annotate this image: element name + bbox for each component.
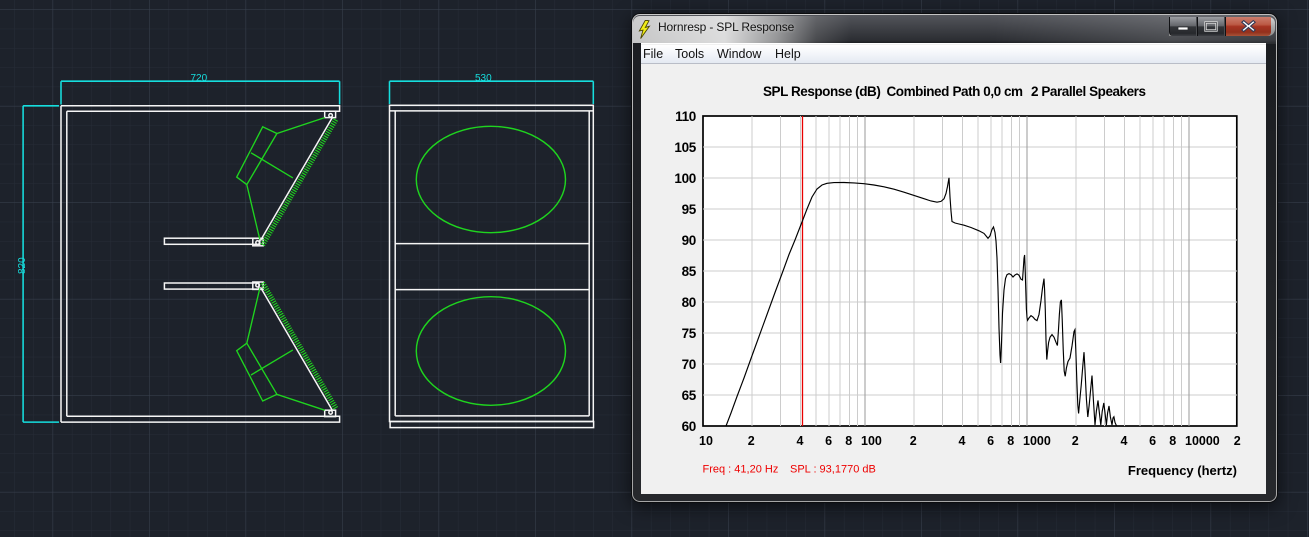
svg-text:4: 4: [797, 434, 804, 448]
svg-text:6: 6: [987, 434, 994, 448]
svg-text:80: 80: [682, 295, 696, 310]
svg-text:100: 100: [861, 434, 882, 448]
svg-text:95: 95: [682, 202, 697, 217]
svg-text:90: 90: [682, 233, 696, 248]
svg-text:Frequency (hertz): Frequency (hertz): [1128, 463, 1237, 478]
svg-text:8: 8: [1169, 434, 1176, 448]
svg-text:Combined: Combined: [887, 84, 950, 99]
svg-text:4: 4: [1121, 434, 1128, 448]
svg-text:SPL : 93,1770 dB: SPL : 93,1770 dB: [790, 464, 876, 476]
svg-text:110: 110: [675, 109, 696, 124]
svg-text:85: 85: [682, 264, 697, 279]
svg-text:2: 2: [1072, 434, 1079, 448]
svg-text:Path 0,0 cm: Path 0,0 cm: [953, 84, 1024, 99]
svg-text:4: 4: [959, 434, 966, 448]
svg-text:720: 720: [191, 73, 208, 84]
svg-text:2: 2: [748, 434, 755, 448]
svg-text:10000: 10000: [1185, 434, 1220, 448]
svg-text:105: 105: [674, 140, 696, 155]
svg-text:8: 8: [845, 434, 852, 448]
svg-text:1000: 1000: [1023, 434, 1051, 448]
svg-text:100: 100: [674, 171, 696, 186]
svg-text:820: 820: [17, 257, 28, 274]
svg-text:65: 65: [682, 388, 697, 403]
svg-text:6: 6: [825, 434, 832, 448]
svg-text:8: 8: [1007, 434, 1014, 448]
svg-text:6: 6: [1149, 434, 1156, 448]
svg-text:70: 70: [682, 357, 696, 372]
svg-text:2: 2: [1234, 434, 1241, 448]
svg-text:2: 2: [910, 434, 917, 448]
svg-text:Freq : 41,20 Hz: Freq : 41,20 Hz: [703, 464, 779, 476]
svg-text:530: 530: [475, 73, 492, 84]
svg-text:60: 60: [682, 419, 696, 434]
svg-text:2 Parallel Speakers: 2 Parallel Speakers: [1031, 84, 1146, 99]
svg-text:SPL Response (dB): SPL Response (dB): [763, 84, 880, 99]
svg-text:75: 75: [682, 326, 697, 341]
svg-text:10: 10: [699, 434, 713, 448]
